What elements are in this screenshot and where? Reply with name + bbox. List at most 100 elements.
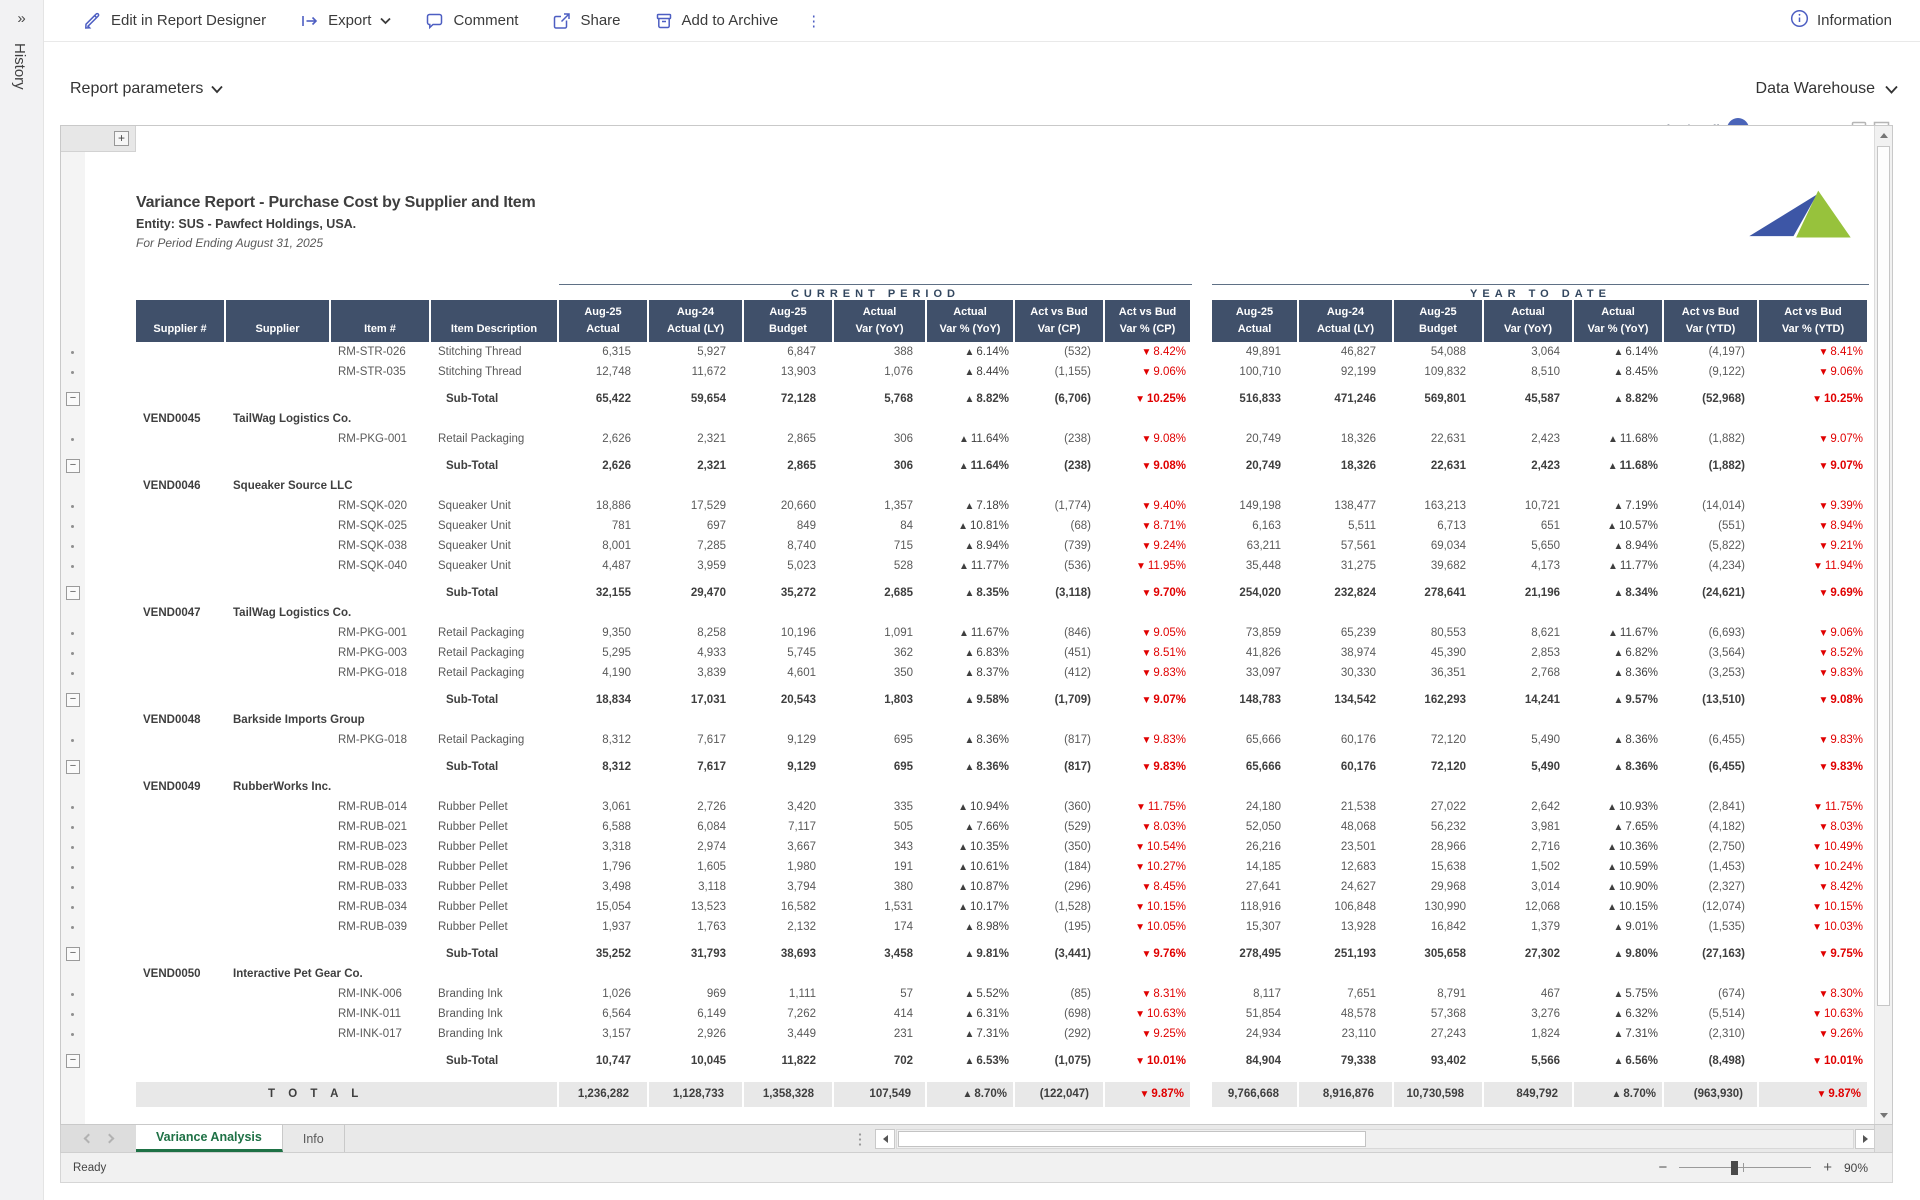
value-cell: ▲10.17% bbox=[927, 897, 1015, 918]
value-cell: 1,605 bbox=[649, 857, 744, 878]
value-cell: (739) bbox=[1015, 536, 1105, 557]
outline-dot bbox=[71, 846, 74, 849]
item-description-cell: Squeaker Unit bbox=[431, 536, 559, 557]
export-button[interactable]: Export bbox=[300, 12, 391, 30]
value-cell: 7,285 bbox=[649, 536, 744, 557]
value-cell: ▼9.06% bbox=[1759, 623, 1869, 644]
previous-sheet-icon[interactable] bbox=[83, 1134, 93, 1144]
value-cell: (1,774) bbox=[1015, 496, 1105, 517]
information-button[interactable]: Information bbox=[1790, 9, 1892, 32]
vertical-scrollbar[interactable] bbox=[1874, 126, 1892, 1124]
item-number-cell: RM-PKG-001 bbox=[331, 429, 431, 450]
value-cell: 467 bbox=[1484, 984, 1574, 1005]
value-cell: 4,487 bbox=[559, 556, 649, 577]
item-number-cell: RM-SQK-040 bbox=[331, 556, 431, 577]
data-warehouse-selector[interactable]: Data Warehouse bbox=[1756, 80, 1898, 98]
tab-scroll-splitter-handle[interactable] bbox=[858, 1132, 862, 1146]
value-cell: 130,990 bbox=[1394, 897, 1484, 918]
collapse-group-button[interactable]: − bbox=[66, 392, 80, 406]
collapse-group-button[interactable]: − bbox=[66, 693, 80, 707]
item-description-cell: Stitching Thread bbox=[431, 342, 559, 363]
add-to-archive-button[interactable]: Add to Archive bbox=[655, 12, 779, 30]
sidebar-expand-icon[interactable]: » bbox=[0, 10, 43, 27]
value-cell: 8,740 bbox=[744, 536, 834, 557]
vertical-scroll-thumb[interactable] bbox=[1877, 146, 1890, 1006]
edit-in-report-designer-button[interactable]: Edit in Report Designer bbox=[84, 12, 266, 30]
zoom-in-button[interactable]: + bbox=[1823, 1160, 1832, 1175]
report-parameters-toggle[interactable]: Report parameters bbox=[70, 80, 223, 98]
value-cell: 109,832 bbox=[1394, 362, 1484, 383]
value-cell: ▲8.36% bbox=[927, 730, 1015, 751]
horizontal-scrollbar[interactable] bbox=[896, 1129, 1854, 1149]
more-options-icon[interactable]: ⋮ bbox=[806, 12, 822, 30]
value-cell: ▼9.83% bbox=[1105, 663, 1192, 684]
subtotal-row: Sub-Total2,6262,3212,865306▲11.64%(238)▼… bbox=[136, 456, 1874, 476]
item-row: RM-SQK-020Squeaker Unit18,88617,52920,66… bbox=[136, 496, 1874, 516]
tab-variance-analysis[interactable]: Variance Analysis bbox=[136, 1125, 283, 1152]
comment-button[interactable]: Comment bbox=[425, 12, 518, 30]
value-cell: ▼8.41% bbox=[1759, 342, 1869, 363]
value-cell: ▲10.35% bbox=[927, 837, 1015, 858]
value-cell: (532) bbox=[1015, 342, 1105, 363]
value-cell: 8,791 bbox=[1394, 984, 1484, 1005]
value-cell: ▲6.56% bbox=[1574, 1051, 1664, 1072]
value-cell: (3,253) bbox=[1664, 663, 1759, 684]
item-row: RM-INK-011Branding Ink6,5646,1497,262414… bbox=[136, 1004, 1874, 1024]
zoom-slider[interactable] bbox=[1679, 1160, 1811, 1176]
share-label: Share bbox=[580, 12, 620, 29]
value-cell: ▼10.01% bbox=[1105, 1051, 1192, 1072]
year-to-date-group-label: YEAR TO DATE bbox=[1212, 284, 1869, 300]
value-cell: 162,293 bbox=[1394, 690, 1484, 711]
scroll-down-button[interactable] bbox=[1875, 1106, 1892, 1124]
collapse-group-button[interactable]: − bbox=[66, 1054, 80, 1068]
zoom-level[interactable]: 90% bbox=[1844, 1161, 1868, 1175]
value-cell: 84 bbox=[834, 516, 927, 537]
history-label[interactable]: History bbox=[11, 43, 28, 90]
value-cell: 414 bbox=[834, 1004, 927, 1025]
collapse-group-button[interactable]: − bbox=[66, 760, 80, 774]
horizontal-scroll-thumb[interactable] bbox=[898, 1131, 1366, 1147]
zoom-out-button[interactable]: − bbox=[1658, 1160, 1667, 1175]
item-number-cell: RM-RUB-034 bbox=[331, 897, 431, 918]
value-cell: 9,350 bbox=[559, 623, 649, 644]
item-row: RM-RUB-033Rubber Pellet3,4983,1183,79438… bbox=[136, 877, 1874, 897]
outline-dot bbox=[71, 371, 74, 374]
scroll-up-button[interactable] bbox=[1875, 126, 1892, 144]
value-cell: 22,631 bbox=[1394, 456, 1484, 477]
collapse-group-button[interactable]: − bbox=[66, 459, 80, 473]
value-cell: ▼11.94% bbox=[1759, 556, 1869, 577]
collapse-group-button[interactable]: − bbox=[66, 947, 80, 961]
value-cell: 1,128,733 bbox=[649, 1082, 744, 1107]
item-row: RM-PKG-018Retail Packaging8,3127,6179,12… bbox=[136, 730, 1874, 750]
scroll-right-button[interactable] bbox=[1855, 1129, 1875, 1149]
zoom-slider-thumb[interactable] bbox=[1731, 1161, 1738, 1175]
share-button[interactable]: Share bbox=[552, 12, 620, 30]
scroll-down-icon bbox=[1880, 1113, 1888, 1118]
expand-all-button[interactable]: + bbox=[114, 131, 129, 146]
value-cell: ▼9.83% bbox=[1759, 757, 1869, 778]
value-cell: (412) bbox=[1015, 663, 1105, 684]
value-cell: 65,666 bbox=[1212, 730, 1299, 751]
value-cell: 51,854 bbox=[1212, 1004, 1299, 1025]
value-cell: 2,626 bbox=[559, 429, 649, 450]
value-cell: 6,588 bbox=[559, 817, 649, 838]
value-cell: 8,001 bbox=[559, 536, 649, 557]
value-cell: 2,716 bbox=[1484, 837, 1574, 858]
value-cell: (529) bbox=[1015, 817, 1105, 838]
value-cell: 22,631 bbox=[1394, 429, 1484, 450]
value-cell: 21,196 bbox=[1484, 583, 1574, 604]
value-cell: (817) bbox=[1015, 757, 1105, 778]
collapse-group-button[interactable]: − bbox=[66, 586, 80, 600]
scroll-left-button[interactable] bbox=[875, 1129, 895, 1149]
value-cell: ▲7.18% bbox=[927, 496, 1015, 517]
scroll-up-icon bbox=[1880, 133, 1888, 138]
value-cell: (68) bbox=[1015, 516, 1105, 537]
value-cell: 29,470 bbox=[649, 583, 744, 604]
item-description-cell: Rubber Pellet bbox=[431, 797, 559, 818]
value-cell: (27,163) bbox=[1664, 944, 1759, 965]
value-cell: 380 bbox=[834, 877, 927, 898]
next-sheet-icon[interactable] bbox=[104, 1134, 114, 1144]
supplier-name-cell: RubberWorks Inc. bbox=[226, 777, 559, 797]
value-cell: 7,651 bbox=[1299, 984, 1394, 1005]
tab-info[interactable]: Info bbox=[283, 1125, 345, 1152]
